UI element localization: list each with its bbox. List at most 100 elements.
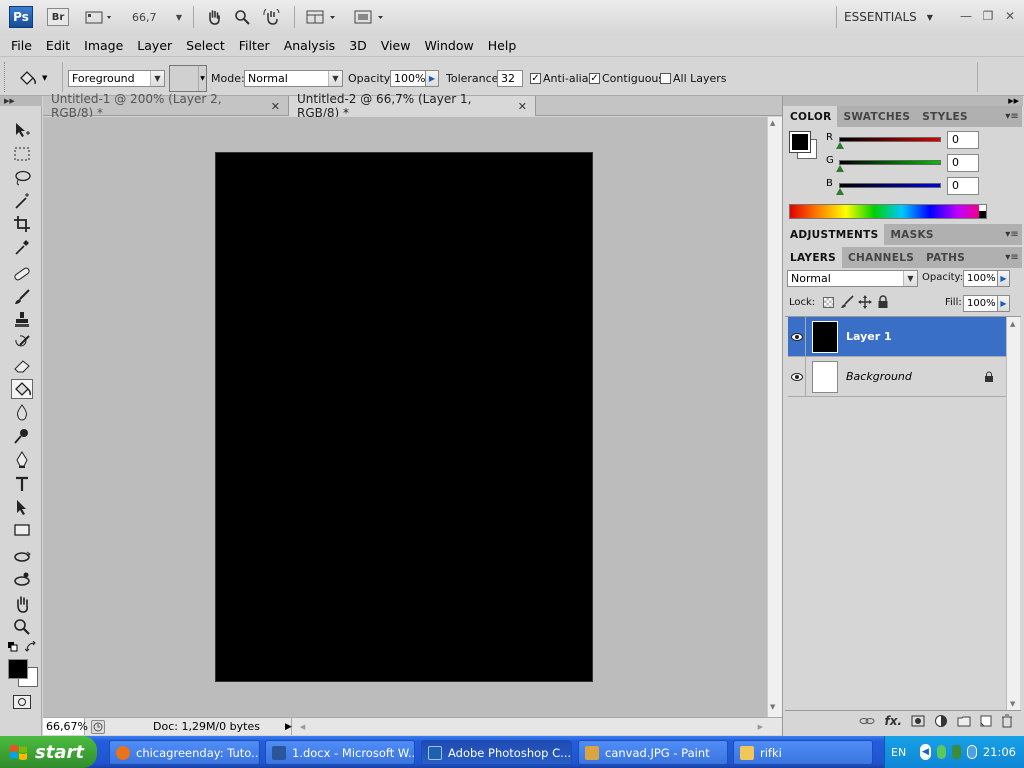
horizontal-scrollbar[interactable]: ▶ ◀ ▶ <box>285 718 767 735</box>
show-hidden-icons-button[interactable]: ◀ <box>920 744 931 760</box>
red-slider[interactable] <box>839 137 941 142</box>
taskbar-item-photoshop[interactable]: Adobe Photoshop C... <box>421 740 572 765</box>
brush-tool[interactable] <box>11 287 33 307</box>
contiguous-checkbox[interactable]: ✓ <box>589 73 600 84</box>
dodge-tool[interactable] <box>11 426 33 446</box>
blend-mode-select[interactable]: Normal ▼ <box>244 70 343 87</box>
slider-thumb-icon[interactable] <box>836 142 844 149</box>
menu-3d[interactable]: 3D <box>342 36 374 56</box>
fill-slider-button[interactable]: ▶ <box>997 295 1010 312</box>
tab-channels[interactable]: CHANNELS <box>842 247 920 268</box>
status-menu-button[interactable] <box>91 719 105 734</box>
close-button[interactable]: ✕ <box>1002 9 1018 23</box>
default-colors-button[interactable] <box>8 642 18 652</box>
panel-menu-icon[interactable]: ▾≡ <box>1002 247 1022 268</box>
layer-name[interactable]: Background <box>846 370 912 383</box>
tab-swatches[interactable]: SWATCHES <box>837 106 916 127</box>
trash-icon[interactable] <box>1001 714 1013 728</box>
scroll-up-icon[interactable]: ▲ <box>770 119 775 127</box>
move-tool[interactable] <box>11 120 33 140</box>
lock-pixels-button[interactable] <box>840 295 854 309</box>
slider-thumb-icon[interactable] <box>836 188 844 195</box>
tab-untitled-1[interactable]: Untitled-1 @ 200% (Layer 2, RGB/8) * ✕ <box>43 92 289 120</box>
opacity-field[interactable]: 100% <box>390 70 426 87</box>
clone-stamp-tool[interactable] <box>11 310 33 330</box>
path-selection-tool[interactable] <box>11 497 33 517</box>
menu-view[interactable]: View <box>374 36 418 56</box>
3d-rotate-tool[interactable] <box>11 547 33 567</box>
link-layers-icon[interactable] <box>859 715 875 727</box>
panel-foreground-swatch[interactable] <box>789 131 811 153</box>
pen-tool[interactable] <box>11 450 33 470</box>
tool-preset-picker[interactable]: ▼ <box>8 65 56 91</box>
menu-help[interactable]: Help <box>481 36 524 56</box>
close-icon[interactable]: ✕ <box>271 100 280 113</box>
panel-menu-icon[interactable]: ▾≡ <box>1002 224 1022 245</box>
zoom-tool-button[interactable] <box>232 8 252 26</box>
minimize-button[interactable]: — <box>958 9 974 23</box>
menu-select[interactable]: Select <box>179 36 232 56</box>
swap-colors-button[interactable] <box>24 640 37 653</box>
menu-layer[interactable]: Layer <box>130 36 179 56</box>
tolerance-field[interactable]: 32 <box>497 70 523 87</box>
close-icon[interactable]: ✕ <box>518 100 527 113</box>
taskbar-item-firefox[interactable]: chicagreenday: Tuto... <box>109 740 260 765</box>
red-value-field[interactable]: 0 <box>947 131 979 149</box>
adjustment-layer-icon[interactable] <box>934 714 948 728</box>
grip-handle[interactable] <box>4 62 6 92</box>
workspace-switcher[interactable]: ESSENTIALS ▼ <box>844 10 933 24</box>
scroll-down-icon[interactable]: ▼ <box>770 703 775 711</box>
tab-styles[interactable]: STYLES <box>916 106 974 127</box>
all-layers-checkbox[interactable] <box>660 73 671 84</box>
status-arrow-icon[interactable]: ▶ <box>285 722 292 732</box>
lock-position-button[interactable] <box>858 295 872 309</box>
layer-row-layer-1[interactable]: Layer 1 <box>788 316 1006 357</box>
green-value-field[interactable]: 0 <box>947 154 979 172</box>
lock-transparency-icon[interactable] <box>823 297 834 308</box>
menu-edit[interactable]: Edit <box>39 36 77 56</box>
scroll-left-icon[interactable]: ◀ <box>300 723 305 731</box>
shape-tool[interactable] <box>11 520 33 540</box>
menu-analysis[interactable]: Analysis <box>277 36 343 56</box>
eyedropper-tool[interactable] <box>11 237 33 257</box>
foreground-color-swatch[interactable] <box>8 659 28 679</box>
fill-source-select[interactable]: Foreground ▼ <box>68 70 165 87</box>
paint-bucket-tool[interactable] <box>11 379 33 399</box>
3d-orbit-tool[interactable] <box>11 570 33 590</box>
collapse-dock-button[interactable]: ▶▶ <box>783 96 1023 106</box>
panel-menu-icon[interactable]: ▾≡ <box>1002 106 1022 127</box>
bridge-button[interactable]: Br <box>47 8 69 26</box>
scroll-right-icon[interactable]: ▶ <box>758 723 763 731</box>
blur-tool[interactable] <box>11 402 33 422</box>
menu-file[interactable]: File <box>4 36 39 56</box>
visibility-toggle[interactable] <box>788 356 806 397</box>
rotate-view-button[interactable] <box>261 8 283 26</box>
folder-icon[interactable] <box>957 715 971 727</box>
zoom-percent-field[interactable]: 66,67% <box>43 718 88 735</box>
layer-row-background[interactable]: Background <box>788 356 1006 397</box>
new-layer-icon[interactable] <box>980 715 992 727</box>
start-button[interactable]: start <box>0 736 97 768</box>
clock[interactable]: 21:06 <box>983 745 1016 759</box>
slider-thumb-icon[interactable] <box>836 165 844 172</box>
canvas-workspace[interactable] <box>43 117 767 717</box>
scroll-down-icon[interactable]: ▼ <box>1010 700 1015 708</box>
taskbar-item-word[interactable]: 1.docx - Microsoft W... <box>265 740 415 765</box>
tab-masks[interactable]: MASKS <box>884 224 939 245</box>
restore-button[interactable]: ❐ <box>980 9 996 23</box>
menu-image[interactable]: Image <box>77 36 130 56</box>
antialias-checkbox[interactable]: ✓ <box>530 73 541 84</box>
tab-color[interactable]: COLOR <box>784 106 838 127</box>
document-canvas[interactable] <box>215 152 593 682</box>
screen-mode-button[interactable] <box>353 8 389 26</box>
vertical-scrollbar[interactable]: ▲ ▼ <box>767 117 782 717</box>
lasso-tool[interactable] <box>11 168 33 188</box>
quick-mask-button[interactable] <box>13 695 31 709</box>
tab-adjustments[interactable]: ADJUSTMENTS <box>784 224 885 245</box>
type-tool[interactable] <box>11 474 33 494</box>
taskbar-item-explorer[interactable]: rifki <box>733 740 873 765</box>
menu-filter[interactable]: Filter <box>232 36 277 56</box>
layer-opacity-field[interactable]: 100% <box>963 270 998 287</box>
view-extras-button[interactable] <box>82 8 118 26</box>
zoom-level-dropdown[interactable]: 66,7 ▼ <box>132 9 182 26</box>
